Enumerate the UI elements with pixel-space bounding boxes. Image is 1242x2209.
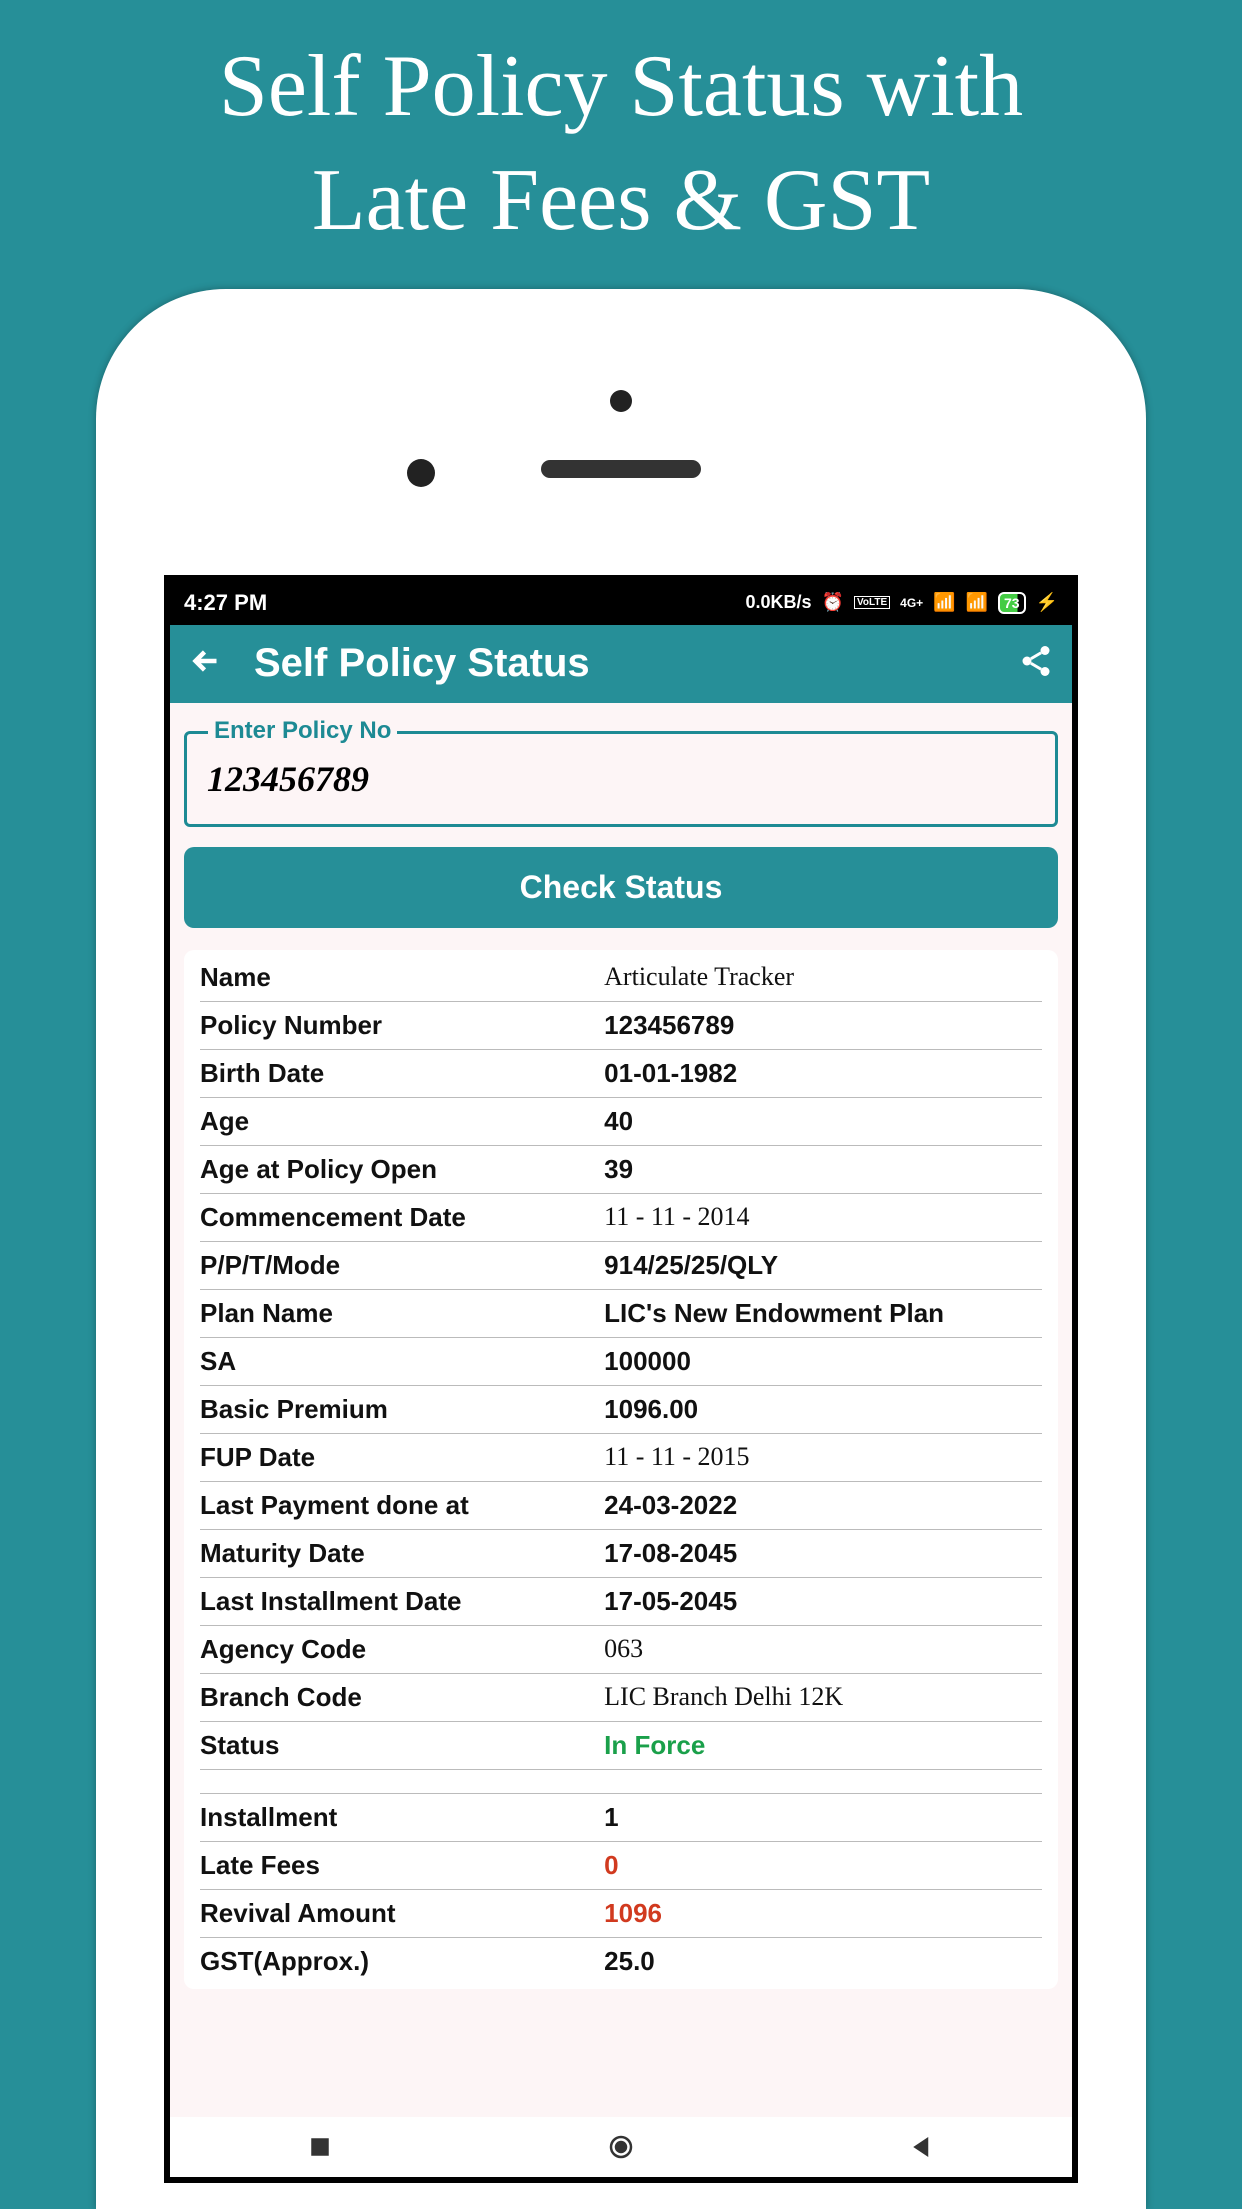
row-label: Revival Amount <box>200 1898 604 1929</box>
table-row: NameArticulate Tracker <box>200 954 1042 1002</box>
volte-badge: VoLTE <box>854 596 890 609</box>
signal-icon-2: 📶 <box>966 592 988 613</box>
table-row: SA100000 <box>200 1338 1042 1386</box>
battery-indicator: 73 <box>998 592 1026 614</box>
row-value: 17-08-2045 <box>604 1538 1042 1569</box>
table-row: Last Installment Date17-05-2045 <box>200 1578 1042 1626</box>
row-value: LIC Branch Delhi 12K <box>604 1682 1042 1713</box>
row-value: 25.0 <box>604 1946 1042 1977</box>
row-label: Policy Number <box>200 1010 604 1041</box>
row-label: Installment <box>200 1802 604 1833</box>
row-value: 063 <box>604 1634 1042 1665</box>
table-row: Birth Date01-01-1982 <box>200 1050 1042 1098</box>
table-row: Age40 <box>200 1098 1042 1146</box>
row-value: 0 <box>604 1850 1042 1881</box>
row-value: LIC's New Endowment Plan <box>604 1298 1042 1329</box>
speaker-grille <box>541 460 701 478</box>
signal-icon: 📶 <box>933 592 955 613</box>
row-label: SA <box>200 1346 604 1377</box>
table-row: GST(Approx.)25.0 <box>200 1938 1042 1985</box>
row-label: Age at Policy Open <box>200 1154 604 1185</box>
row-label: Late Fees <box>200 1850 604 1881</box>
table-row: Commencement Date11 - 11 - 2014 <box>200 1194 1042 1242</box>
row-label: Age <box>200 1106 604 1137</box>
phone-bezel <box>122 315 1120 555</box>
promo-line1: Self Policy Status with <box>20 30 1222 144</box>
row-value: 11 - 11 - 2015 <box>604 1442 1042 1473</box>
policy-number-input[interactable] <box>184 731 1058 827</box>
row-value: 1 <box>604 1802 1042 1833</box>
status-bar: 4:27 PM 0.0KB/s ⏰ VoLTE 4G+ 📶 📶 73 ⚡ <box>170 581 1072 625</box>
row-label: Birth Date <box>200 1058 604 1089</box>
table-row: Basic Premium1096.00 <box>200 1386 1042 1434</box>
section-divider <box>200 1770 1042 1794</box>
alarm-icon: ⏰ <box>822 592 844 613</box>
check-status-button[interactable]: Check Status <box>184 847 1058 928</box>
back-arrow-icon[interactable] <box>188 643 224 684</box>
status-speed: 0.0KB/s <box>745 592 811 613</box>
row-value: 01-01-1982 <box>604 1058 1042 1089</box>
details-card: NameArticulate TrackerPolicy Number12345… <box>184 950 1058 1989</box>
status-time: 4:27 PM <box>184 590 267 616</box>
table-row: Branch CodeLIC Branch Delhi 12K <box>200 1674 1042 1722</box>
row-label: GST(Approx.) <box>200 1946 604 1977</box>
table-row: Late Fees0 <box>200 1842 1042 1890</box>
home-button[interactable] <box>606 2132 636 2162</box>
row-label: Plan Name <box>200 1298 604 1329</box>
promo-line2: Late Fees & GST <box>20 144 1222 258</box>
table-row: Maturity Date17-08-2045 <box>200 1530 1042 1578</box>
net-type: 4G+ <box>900 596 923 610</box>
recent-apps-button[interactable] <box>305 2132 335 2162</box>
row-value: In Force <box>604 1730 1042 1761</box>
page-title: Self Policy Status <box>254 641 988 686</box>
row-label: Commencement Date <box>200 1202 604 1233</box>
row-value: 914/25/25/QLY <box>604 1250 1042 1281</box>
back-button[interactable] <box>907 2132 937 2162</box>
table-row: Age at Policy Open39 <box>200 1146 1042 1194</box>
row-value: 100000 <box>604 1346 1042 1377</box>
row-label: Status <box>200 1730 604 1761</box>
promo-title: Self Policy Status with Late Fees & GST <box>0 0 1242 269</box>
row-label: Name <box>200 962 604 993</box>
row-value: 123456789 <box>604 1010 1042 1041</box>
app-bar: Self Policy Status <box>170 625 1072 703</box>
table-row: Last Payment done at24-03-2022 <box>200 1482 1042 1530</box>
table-row: StatusIn Force <box>200 1722 1042 1770</box>
screen: 4:27 PM 0.0KB/s ⏰ VoLTE 4G+ 📶 📶 73 ⚡ Sel… <box>164 575 1078 2183</box>
table-row: Agency Code063 <box>200 1626 1042 1674</box>
row-value: 1096 <box>604 1898 1042 1929</box>
phone-frame: 4:27 PM 0.0KB/s ⏰ VoLTE 4G+ 📶 📶 73 ⚡ Sel… <box>96 289 1146 2209</box>
row-label: FUP Date <box>200 1442 604 1473</box>
table-row: Plan NameLIC's New Endowment Plan <box>200 1290 1042 1338</box>
row-label: Agency Code <box>200 1634 604 1665</box>
table-row: Installment1 <box>200 1794 1042 1842</box>
android-nav-bar <box>170 2117 1072 2177</box>
row-value: Articulate Tracker <box>604 962 1042 993</box>
charging-icon: ⚡ <box>1036 592 1058 613</box>
table-row: Policy Number123456789 <box>200 1002 1042 1050</box>
row-label: Basic Premium <box>200 1394 604 1425</box>
policy-input-wrap: Enter Policy No <box>184 731 1058 827</box>
row-label: Last Installment Date <box>200 1586 604 1617</box>
row-label: P/P/T/Mode <box>200 1250 604 1281</box>
row-value: 24-03-2022 <box>604 1490 1042 1521</box>
content-area: Enter Policy No Check Status NameArticul… <box>170 703 1072 2117</box>
camera-dot <box>610 390 632 412</box>
row-value: 1096.00 <box>604 1394 1042 1425</box>
row-label: Maturity Date <box>200 1538 604 1569</box>
row-value: 17-05-2045 <box>604 1586 1042 1617</box>
sensor-dot <box>407 459 435 487</box>
table-row: Revival Amount1096 <box>200 1890 1042 1938</box>
row-value: 39 <box>604 1154 1042 1185</box>
row-value: 11 - 11 - 2014 <box>604 1202 1042 1233</box>
row-label: Last Payment done at <box>200 1490 604 1521</box>
row-value: 40 <box>604 1106 1042 1137</box>
share-icon[interactable] <box>1018 643 1054 684</box>
table-row: P/P/T/Mode914/25/25/QLY <box>200 1242 1042 1290</box>
policy-input-label: Enter Policy No <box>208 717 397 745</box>
status-right: 0.0KB/s ⏰ VoLTE 4G+ 📶 📶 73 ⚡ <box>745 592 1058 614</box>
table-row: FUP Date11 - 11 - 2015 <box>200 1434 1042 1482</box>
row-label: Branch Code <box>200 1682 604 1713</box>
